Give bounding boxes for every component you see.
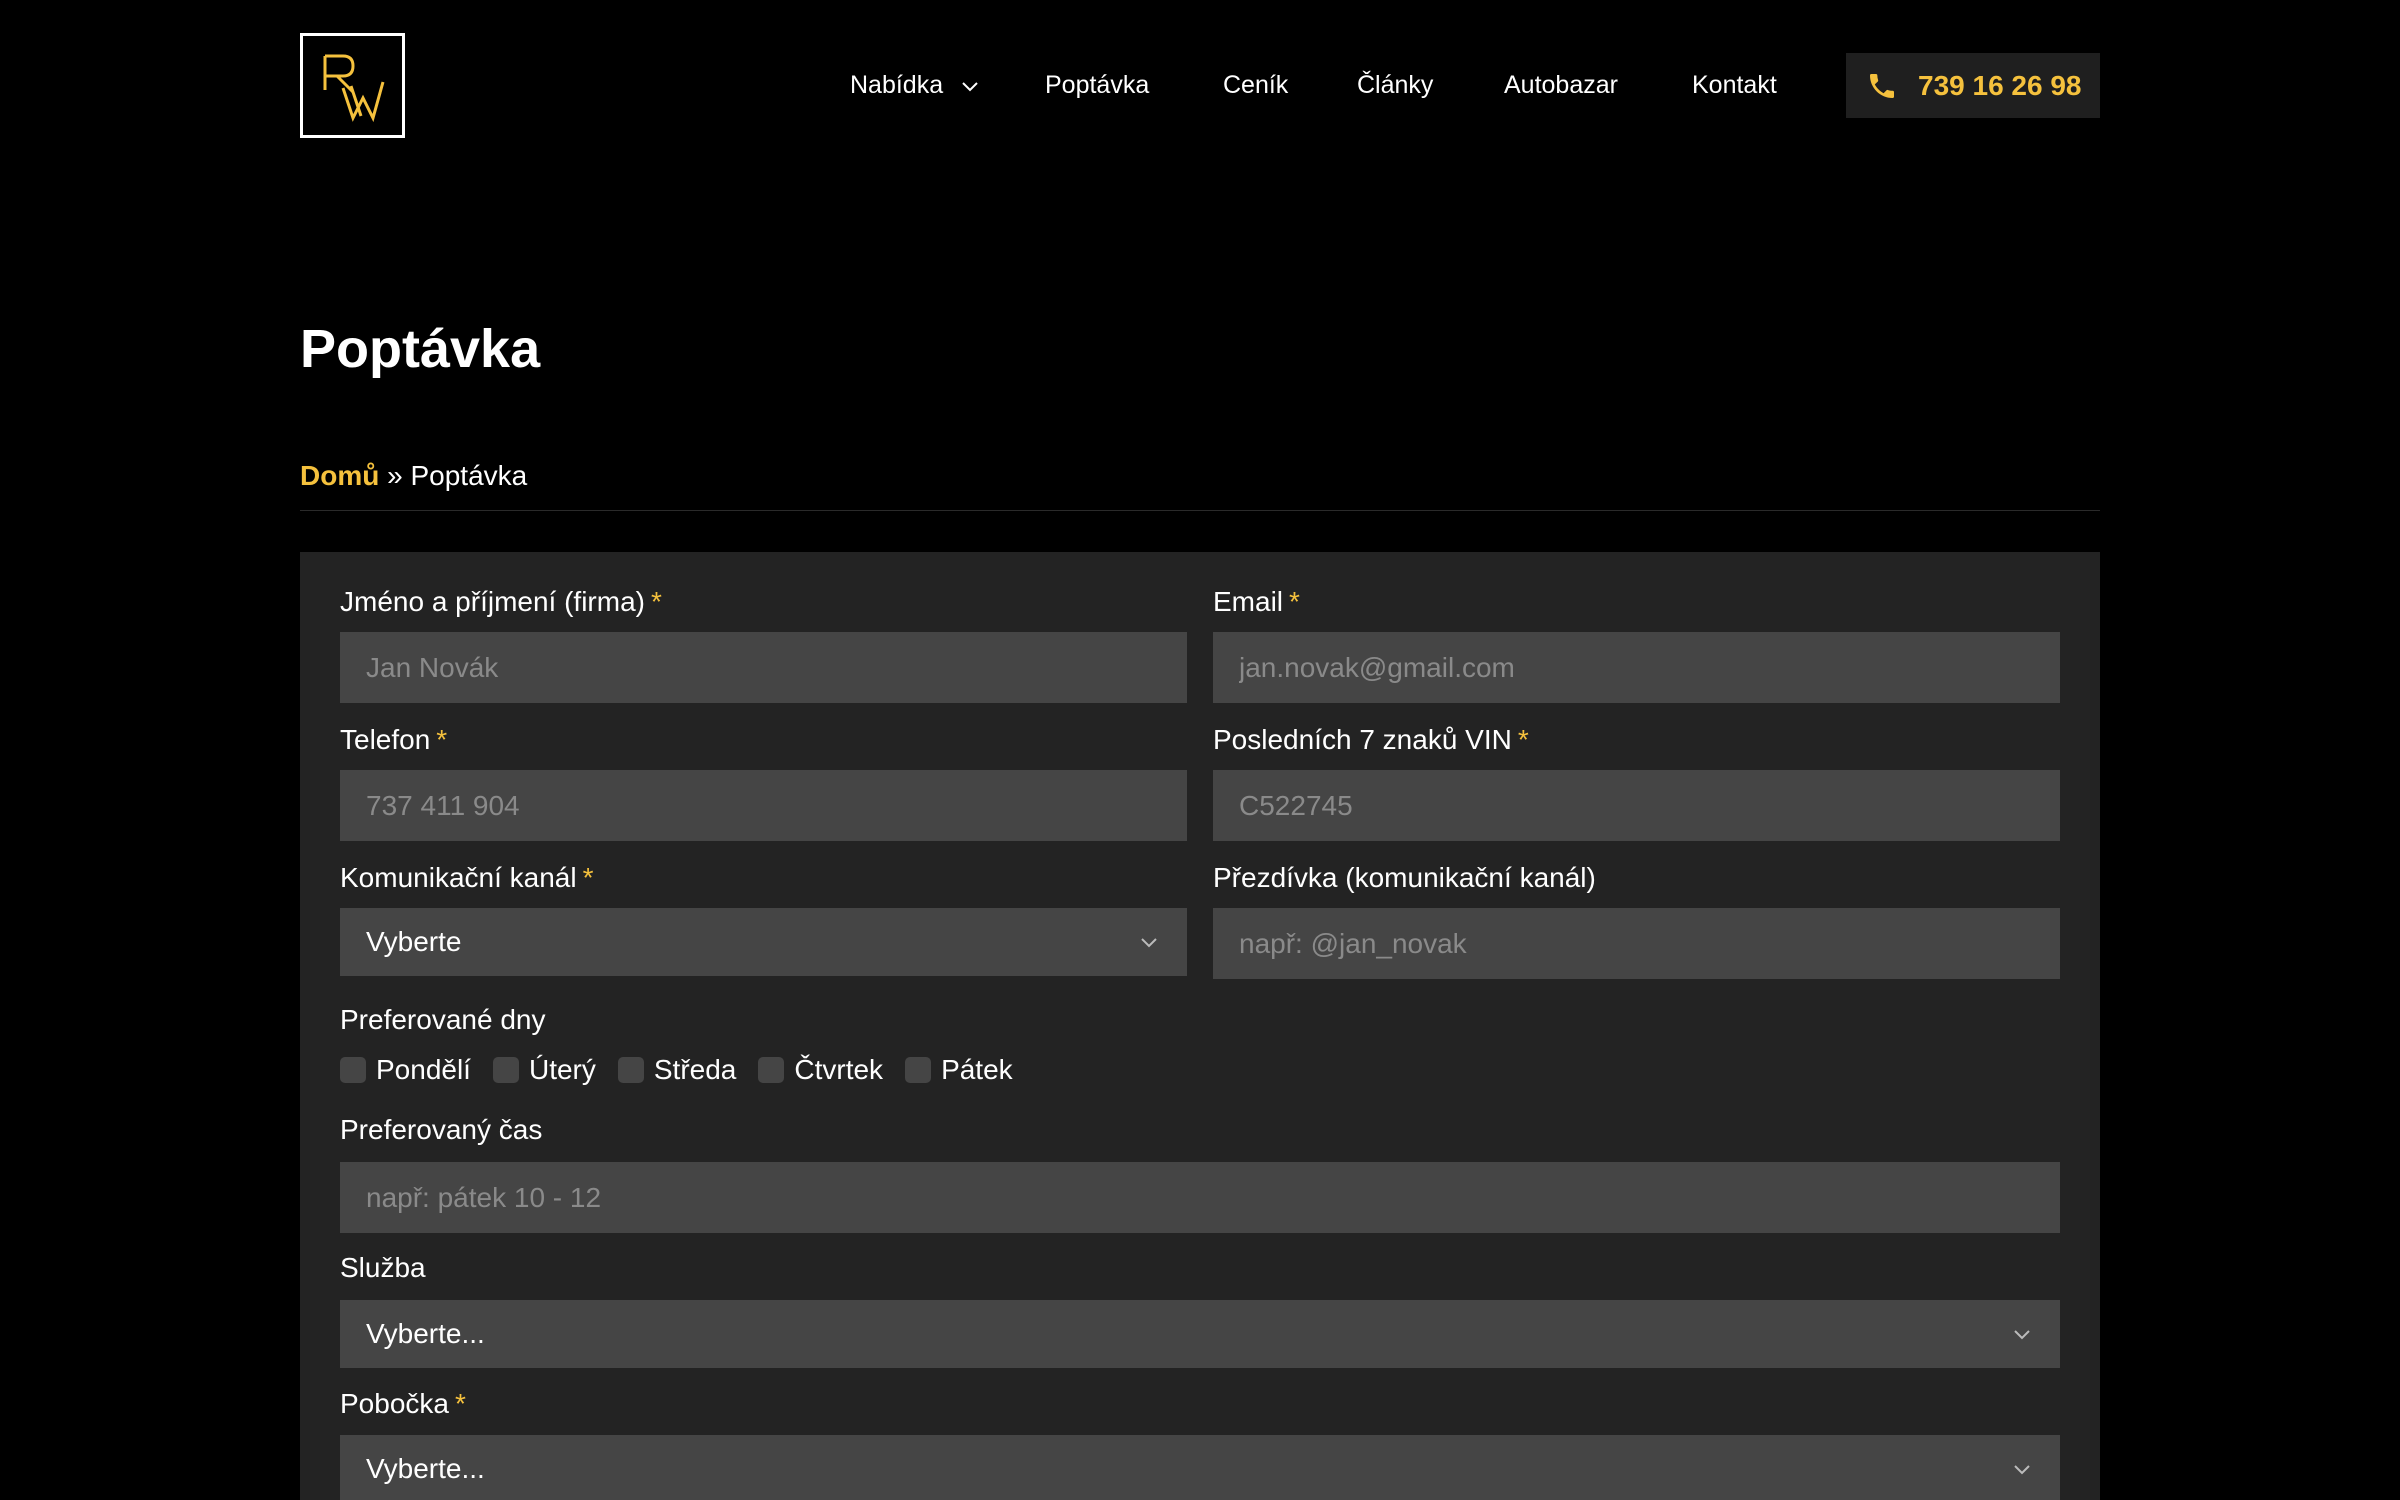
phone-number: 739 16 26 98 <box>1918 69 2082 101</box>
breadcrumb-home-link[interactable]: Domů <box>300 460 379 491</box>
phone-input[interactable] <box>340 770 1187 841</box>
email-input[interactable] <box>1213 632 2060 703</box>
breadcrumb: Domů » Poptávka <box>300 460 527 492</box>
chevron-down-icon <box>1141 938 1157 948</box>
day-checkbox-streda[interactable]: Středa <box>617 1054 737 1086</box>
checkbox[interactable] <box>905 1057 932 1083</box>
day-checkbox-ctvrtek[interactable]: Čtvrtek <box>758 1054 883 1086</box>
name-label: Jméno a příjmení (firma) * <box>340 586 662 618</box>
nickname-input[interactable] <box>1213 908 2060 979</box>
checkbox[interactable] <box>617 1057 644 1083</box>
required-marker: * <box>436 724 448 755</box>
day-label: Středa <box>653 1054 737 1085</box>
page-title: Poptávka <box>300 319 541 379</box>
nav-item-cenik[interactable]: Ceník <box>1223 70 1288 100</box>
nav-item-nabidka[interactable]: Nabídka <box>850 70 980 100</box>
day-label: Úterý <box>528 1054 596 1085</box>
checkbox[interactable] <box>340 1057 366 1083</box>
day-label: Čtvrtek <box>794 1054 884 1085</box>
chevron-down-icon <box>2014 1465 2030 1475</box>
channel-label-text: Komunikační kanál <box>340 862 577 893</box>
branch-select-value: Vyberte... <box>366 1453 485 1484</box>
phone-icon <box>1870 73 1894 98</box>
phone-button[interactable]: 739 16 26 98 <box>1846 53 2100 118</box>
day-label: Pondělí <box>376 1054 471 1085</box>
divider <box>300 510 2100 511</box>
nav-label: Nabídka <box>850 71 944 99</box>
email-label-text: Email <box>1213 586 1284 617</box>
time-label: Preferovaný čas <box>340 1114 543 1145</box>
nickname-label: Přezdívka (komunikační kanál) <box>1213 862 1596 893</box>
branch-label-text: Pobočka <box>340 1388 449 1419</box>
nav-item-clanky[interactable]: Články <box>1357 70 1433 100</box>
name-label-text: Jméno a příjmení (firma) <box>340 586 645 617</box>
branch-select[interactable]: Vyberte... <box>340 1435 2060 1500</box>
phone-label-text: Telefon <box>340 724 431 755</box>
service-label: Služba <box>340 1252 426 1283</box>
days-label: Preferované dny <box>340 1004 546 1035</box>
phone-label: Telefon * <box>340 724 447 756</box>
nav-item-autobazar[interactable]: Autobazar <box>1504 70 1618 100</box>
vin-label: Posledních 7 znaků VIN * <box>1213 724 1529 756</box>
required-marker: * <box>1517 724 1529 755</box>
required-marker: * <box>454 1388 466 1419</box>
name-input[interactable] <box>340 632 1187 703</box>
vin-label-text: Posledních 7 znaků VIN <box>1213 724 1512 755</box>
time-input[interactable] <box>340 1162 2060 1233</box>
chevron-down-icon <box>962 82 978 92</box>
service-select-value: Vyberte... <box>366 1318 485 1349</box>
required-marker: * <box>650 586 662 617</box>
channel-label: Komunikační kanál * <box>340 862 593 894</box>
inquiry-form: Jméno a příjmení (firma)* Email* Telefon… <box>300 552 2100 1500</box>
channel-select-value: Vyberte <box>366 926 462 957</box>
chevron-down-icon <box>2014 1330 2030 1340</box>
email-label: Email * <box>1213 586 1300 618</box>
day-checkbox-pondeli[interactable]: Pondělí <box>340 1054 471 1086</box>
breadcrumb-separator: » <box>387 460 403 491</box>
day-checkbox-patek[interactable]: Pátek <box>905 1054 1013 1086</box>
day-checkbox-utery[interactable]: Úterý <box>492 1054 596 1086</box>
day-label: Pátek <box>941 1054 1013 1085</box>
required-marker: * <box>582 862 594 893</box>
vin-input[interactable] <box>1213 770 2060 841</box>
branch-label: Pobočka * <box>340 1388 466 1420</box>
service-select[interactable]: Vyberte... <box>340 1300 2060 1368</box>
checkbox[interactable] <box>758 1057 785 1083</box>
breadcrumb-current: Poptávka <box>410 460 528 491</box>
channel-select[interactable]: Vyberte <box>340 908 1187 976</box>
nav-item-poptavka[interactable]: Poptávka <box>1045 70 1149 100</box>
days-checkbox-group: Pondělí Úterý Středa Čtvrtek Pátek <box>340 1054 1035 1086</box>
checkbox[interactable] <box>492 1057 519 1083</box>
nav-item-kontakt[interactable]: Kontakt <box>1692 70 1777 100</box>
required-marker: * <box>1289 586 1300 617</box>
